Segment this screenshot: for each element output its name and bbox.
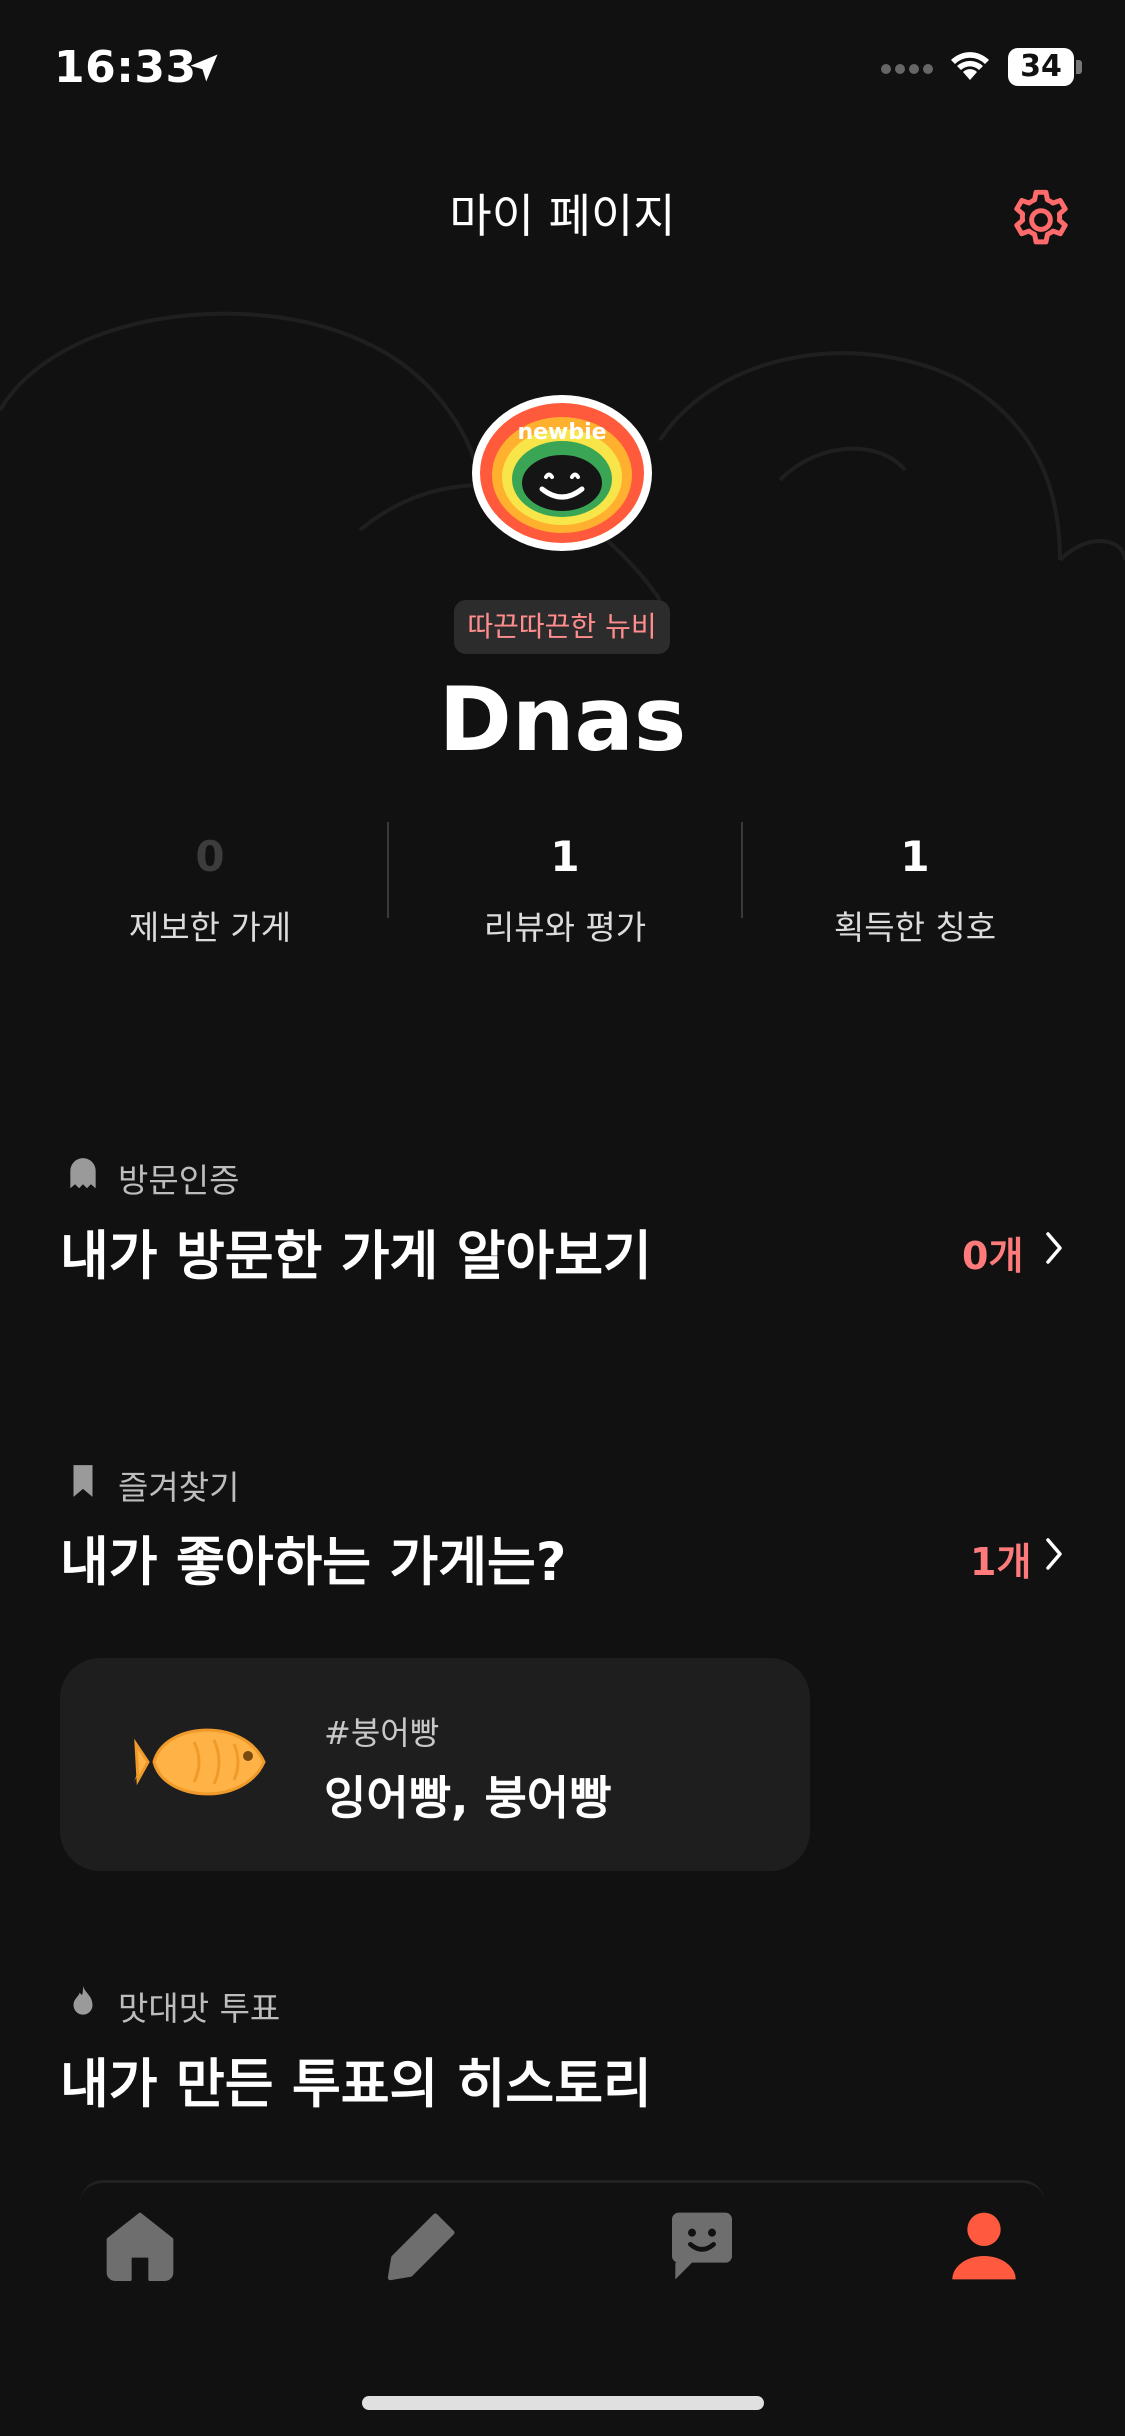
stat-titles[interactable]: 1 획득한 칭호 bbox=[775, 832, 1055, 949]
section-label-favorites: 즐겨찾기 bbox=[118, 1468, 240, 1507]
section-title-favorites[interactable]: 내가 좋아하는 가게는? bbox=[60, 1520, 567, 1596]
favorites-count[interactable]: 1개 bbox=[970, 1531, 1031, 1586]
status-time: 16:33 bbox=[54, 42, 197, 93]
stat-label: 리뷰와 평가 bbox=[483, 908, 647, 947]
stat-label: 제보한 가게 bbox=[128, 908, 292, 947]
bookmark-icon bbox=[73, 1465, 93, 1497]
fish-bread-icon bbox=[134, 1728, 266, 1796]
section-label-visit: 방문인증 bbox=[118, 1161, 240, 1200]
signal-dots-icon bbox=[881, 64, 933, 74]
gear-icon[interactable] bbox=[1006, 185, 1076, 255]
chat-icon[interactable] bbox=[662, 2206, 742, 2286]
favorite-store-name: 잉어빵, 붕어빵 bbox=[324, 1771, 612, 1825]
stat-value: 1 bbox=[900, 832, 930, 881]
stat-divider bbox=[387, 822, 389, 918]
ghost-icon bbox=[70, 1158, 96, 1189]
section-title-visit[interactable]: 내가 방문한 가게 알아보기 bbox=[60, 1214, 652, 1290]
username: Dnas bbox=[438, 668, 687, 771]
stat-reviews[interactable]: 1 리뷰와 평가 bbox=[425, 832, 705, 949]
pencil-icon[interactable] bbox=[382, 2206, 462, 2286]
section-title-votes[interactable]: 내가 만든 투표의 히스토리 bbox=[60, 2042, 652, 2118]
chevron-right-icon[interactable] bbox=[1042, 1230, 1066, 1266]
flame-icon bbox=[73, 1986, 93, 2015]
stat-label: 획득한 칭호 bbox=[833, 908, 997, 947]
favorite-store-tag: #붕어빵 bbox=[324, 1714, 440, 1752]
stat-divider bbox=[741, 822, 743, 918]
battery-nub bbox=[1076, 60, 1082, 74]
title-chip: 따끈따끈한 뉴비 bbox=[454, 600, 670, 654]
wifi-icon bbox=[951, 52, 989, 80]
stat-value: 1 bbox=[550, 832, 580, 881]
person-icon[interactable] bbox=[944, 2206, 1024, 2286]
home-indicator bbox=[362, 2396, 764, 2410]
stat-reported-stores[interactable]: 0 제보한 가게 bbox=[70, 832, 350, 949]
stat-value: 0 bbox=[195, 832, 225, 881]
location-arrow-icon bbox=[190, 54, 218, 82]
visit-count[interactable]: 0개 bbox=[962, 1225, 1023, 1280]
badge-text: newbie bbox=[517, 420, 606, 445]
newbie-badge-image: newbie bbox=[472, 395, 652, 551]
battery-indicator: 34 bbox=[1008, 48, 1074, 86]
home-icon[interactable] bbox=[100, 2206, 180, 2286]
chevron-right-icon[interactable] bbox=[1042, 1536, 1066, 1572]
page-title: 마이 페이지 bbox=[449, 189, 676, 243]
section-label-votes: 맛대맛 투표 bbox=[118, 1989, 281, 2028]
tab-bar-top-edge bbox=[80, 2180, 1045, 2203]
